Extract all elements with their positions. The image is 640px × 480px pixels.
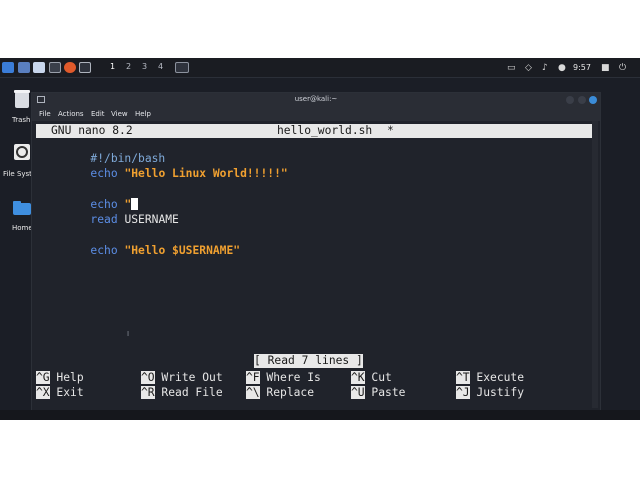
mouse-pointer-icon: I xyxy=(127,330,130,338)
shortcut-help[interactable]: ^G Help xyxy=(36,370,84,385)
string-literal: "Hello $USERNAME" xyxy=(124,244,241,257)
string-literal: "Hello Linux World!!!!!" xyxy=(124,167,288,180)
shortcut-read-file[interactable]: ^R Read File xyxy=(141,385,223,400)
shortcut-justify[interactable]: ^J Justify xyxy=(456,385,524,400)
window-title-bar[interactable]: user@kali:~ xyxy=(32,93,600,107)
workspace-3[interactable]: 3 xyxy=(142,62,147,71)
shortcut-where-is[interactable]: ^F Where Is xyxy=(246,370,321,385)
nano-filename: hello_world.sh xyxy=(277,124,373,137)
variable-name: USERNAME xyxy=(124,213,179,226)
workspace-2[interactable]: 2 xyxy=(126,62,131,71)
keyword-read: read xyxy=(90,213,118,226)
desktop-label-home[interactable]: Home xyxy=(12,224,33,232)
browser-icon[interactable] xyxy=(64,62,76,73)
nano-title-bar: GNU nano 8.2 hello_world.sh * xyxy=(36,124,592,138)
text-editor-icon[interactable] xyxy=(79,62,91,73)
shortcut-paste[interactable]: ^U Paste xyxy=(351,385,405,400)
terminal-window[interactable]: user@kali:~ File Actions Edit View Help … xyxy=(31,92,601,410)
logout-icon[interactable]: ⏻ xyxy=(619,63,626,73)
code-line-7[interactable]: echo "Hello $USERNAME" xyxy=(36,230,240,272)
menu-bar: File Actions Edit View Help xyxy=(32,107,600,121)
top-panel: 1 2 3 4 ▭ ◇ ♪ ● 9:57 ■ ⏻ xyxy=(0,58,640,78)
kali-menu-icon[interactable] xyxy=(2,62,14,73)
terminal-scrollbar[interactable] xyxy=(592,121,598,408)
menu-edit[interactable]: Edit xyxy=(91,110,105,118)
shortcut-execute[interactable]: ^T Execute xyxy=(456,370,524,385)
nano-version: GNU nano 8.2 xyxy=(51,124,133,137)
file-manager-icon[interactable] xyxy=(33,62,45,73)
video-frame: 1 2 3 4 ▭ ◇ ♪ ● 9:57 ■ ⏻ Trash File Syst… xyxy=(0,0,640,480)
shortcut-cut[interactable]: ^K Cut xyxy=(351,370,392,385)
workspace-4[interactable]: 4 xyxy=(158,62,163,71)
keyword-echo: echo xyxy=(90,167,118,180)
minimize-button[interactable] xyxy=(566,96,574,104)
menu-actions[interactable]: Actions xyxy=(58,110,84,118)
shortcut-replace[interactable]: ^\ Replace xyxy=(246,385,314,400)
workspace-1[interactable]: 1 xyxy=(110,62,115,71)
nano-status-message: [ Read 7 lines ] xyxy=(254,354,363,368)
trash-icon[interactable] xyxy=(13,89,31,109)
menu-view[interactable]: View xyxy=(111,110,128,118)
maximize-button[interactable] xyxy=(578,96,586,104)
network-icon[interactable]: ◇ xyxy=(525,63,532,73)
home-folder-icon[interactable] xyxy=(12,200,32,216)
bottom-panel xyxy=(0,410,640,420)
file-system-icon[interactable] xyxy=(13,143,31,161)
window-title: user@kali:~ xyxy=(294,95,338,103)
desktop-label-trash[interactable]: Trash xyxy=(12,116,31,124)
nano-editor[interactable]: GNU nano 8.2 hello_world.sh * #!/bin/bas… xyxy=(32,121,600,410)
notification-bell-icon[interactable]: ♪ xyxy=(542,63,548,73)
power-status-icon[interactable]: ● xyxy=(558,63,566,73)
close-button[interactable] xyxy=(589,96,597,104)
show-desktop-icon[interactable] xyxy=(18,62,30,73)
shortcut-write-out[interactable]: ^O Write Out xyxy=(141,370,223,385)
clock[interactable]: 9:57 xyxy=(573,63,591,72)
terminal-icon[interactable] xyxy=(49,62,61,73)
shortcut-exit[interactable]: ^X Exit xyxy=(36,385,84,400)
lock-icon[interactable]: ■ xyxy=(601,63,610,73)
display-icon[interactable]: ▭ xyxy=(507,63,516,73)
keyword-echo: echo xyxy=(90,244,118,257)
menu-help[interactable]: Help xyxy=(135,110,151,118)
task-terminal-icon[interactable] xyxy=(175,62,189,73)
nano-modified-indicator: * xyxy=(387,124,394,137)
desktop-label-file-system[interactable]: File Syst xyxy=(3,170,32,178)
kali-desktop: 1 2 3 4 ▭ ◇ ♪ ● 9:57 ■ ⏻ Trash File Syst… xyxy=(0,58,640,420)
menu-file[interactable]: File xyxy=(39,110,51,118)
